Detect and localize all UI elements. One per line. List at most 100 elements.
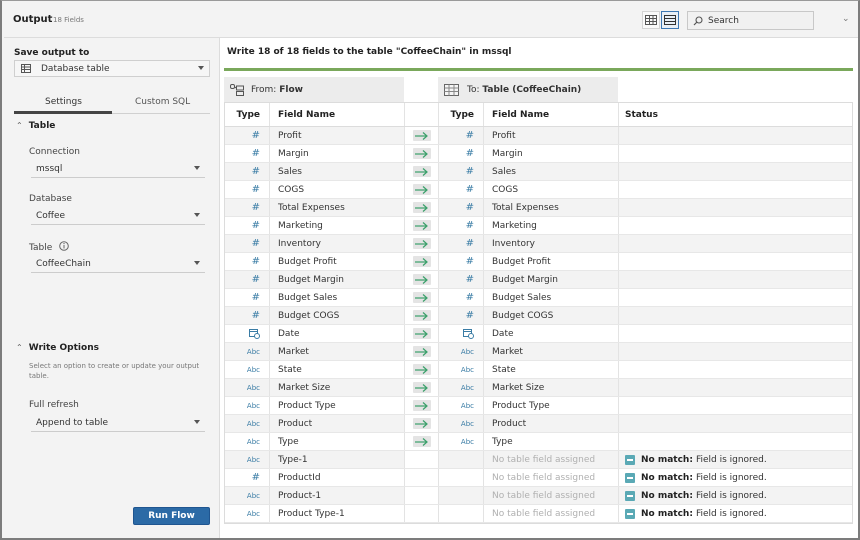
- dropdown-caret-icon: [198, 66, 204, 70]
- search-input[interactable]: Search: [687, 11, 814, 30]
- dst-field-name[interactable]: No table field assigned: [484, 451, 619, 468]
- table-row[interactable]: # Budget Sales # Budget Sales: [225, 289, 852, 307]
- database-select[interactable]: Coffee: [31, 208, 205, 225]
- mapped-arrow-icon[interactable]: [412, 292, 431, 303]
- dst-field-name[interactable]: No table field assigned: [484, 469, 619, 486]
- tab-settings[interactable]: Settings: [45, 97, 82, 107]
- dst-type-cell: Abc: [439, 415, 484, 432]
- table-row[interactable]: # Marketing # Marketing: [225, 217, 852, 235]
- status-cell: [619, 145, 853, 162]
- mapped-arrow-icon[interactable]: [412, 382, 431, 393]
- list-view-button[interactable]: [661, 11, 679, 29]
- table-row[interactable]: Abc Market Abc Market: [225, 343, 852, 361]
- write-mode-select[interactable]: Append to table: [31, 415, 205, 432]
- mapping-cell[interactable]: [405, 289, 439, 306]
- mapped-arrow-icon[interactable]: [412, 400, 431, 411]
- table-row[interactable]: Abc Market Size Abc Market Size: [225, 379, 852, 397]
- mapping-cell[interactable]: [405, 343, 439, 360]
- mapped-arrow-icon[interactable]: [412, 202, 431, 213]
- table-row[interactable]: Abc Product Type-1 No table field assigned…: [225, 505, 852, 523]
- tab-custom-sql[interactable]: Custom SQL: [135, 97, 190, 107]
- mapped-arrow-icon[interactable]: [412, 274, 431, 285]
- table-select[interactable]: CoffeeChain: [31, 256, 205, 273]
- mapping-cell[interactable]: [405, 361, 439, 378]
- table-label: Table: [29, 241, 69, 253]
- string-type-icon: Abc: [246, 419, 260, 428]
- table-icon: [444, 83, 459, 96]
- mapped-arrow-icon[interactable]: [412, 310, 431, 321]
- connection-label: Connection: [29, 147, 80, 157]
- mapping-cell[interactable]: [405, 217, 439, 234]
- save-output-select[interactable]: Database table: [14, 60, 210, 77]
- write-options-header[interactable]: ⌃ Write Options: [16, 343, 99, 353]
- run-flow-button[interactable]: Run Flow: [133, 507, 210, 525]
- dst-type-cell: #: [439, 307, 484, 324]
- table-row[interactable]: # Budget Margin # Budget Margin: [225, 271, 852, 289]
- table-row[interactable]: # Sales # Sales: [225, 163, 852, 181]
- dst-field-name[interactable]: No table field assigned: [484, 505, 619, 522]
- table-section-header[interactable]: ⌃ Table: [16, 121, 55, 131]
- table-row[interactable]: Abc Product Abc Product: [225, 415, 852, 433]
- mapped-arrow-icon[interactable]: [412, 166, 431, 177]
- from-name: Flow: [279, 84, 303, 95]
- status-cell: [619, 397, 853, 414]
- table-row[interactable]: Abc Product-1 No table field assigned No ma…: [225, 487, 852, 505]
- status-cell: [619, 181, 853, 198]
- status-cell: [619, 127, 853, 144]
- mapping-cell[interactable]: [405, 415, 439, 432]
- table-row[interactable]: Abc Product Type Abc Product Type: [225, 397, 852, 415]
- table-row[interactable]: # Inventory # Inventory: [225, 235, 852, 253]
- mapping-cell[interactable]: [405, 163, 439, 180]
- mapping-cell[interactable]: [405, 199, 439, 216]
- mapped-arrow-icon[interactable]: [412, 256, 431, 267]
- mapped-arrow-icon[interactable]: [412, 418, 431, 429]
- mapping-cell[interactable]: [405, 379, 439, 396]
- table-row[interactable]: Date Date: [225, 325, 852, 343]
- mapped-arrow-icon[interactable]: [412, 184, 431, 195]
- status-cell: [619, 253, 853, 270]
- src-field-name: Market: [270, 343, 405, 360]
- dst-field-name: Total Expenses: [484, 199, 619, 216]
- table-row[interactable]: # ProductId No table field assigned No matc…: [225, 469, 852, 487]
- table-row[interactable]: # Budget COGS # Budget COGS: [225, 307, 852, 325]
- mapping-cell[interactable]: [405, 145, 439, 162]
- mapping-cell[interactable]: [405, 253, 439, 270]
- collapse-chevron-icon[interactable]: ⌄: [842, 14, 850, 24]
- mapping-cell[interactable]: [405, 127, 439, 144]
- mapped-arrow-icon[interactable]: [412, 148, 431, 159]
- collapse-icon: ⌃: [16, 121, 23, 130]
- mapping-cell[interactable]: [405, 235, 439, 252]
- mapped-arrow-icon[interactable]: [412, 238, 431, 249]
- mapped-arrow-icon[interactable]: [412, 328, 431, 339]
- mapped-arrow-icon[interactable]: [412, 436, 431, 447]
- table-row[interactable]: Abc Type Abc Type: [225, 433, 852, 451]
- table-row[interactable]: # Total Expenses # Total Expenses: [225, 199, 852, 217]
- col-arrow: [405, 103, 439, 126]
- dst-field-name[interactable]: No table field assigned: [484, 487, 619, 504]
- mapping-cell[interactable]: [405, 433, 439, 450]
- table-row[interactable]: # Margin # Margin: [225, 145, 852, 163]
- mapped-arrow-icon[interactable]: [412, 220, 431, 231]
- table-row[interactable]: # Budget Profit # Budget Profit: [225, 253, 852, 271]
- src-field-name: State: [270, 361, 405, 378]
- number-type-icon: #: [251, 184, 260, 195]
- mapped-arrow-icon[interactable]: [412, 130, 431, 141]
- mapped-arrow-icon[interactable]: [412, 346, 431, 357]
- panel-title: Output: [13, 14, 53, 25]
- status-cell: [619, 343, 853, 360]
- table-row[interactable]: # COGS # COGS: [225, 181, 852, 199]
- info-icon[interactable]: [59, 241, 69, 251]
- mapping-cell[interactable]: [405, 181, 439, 198]
- mapped-arrow-icon[interactable]: [412, 364, 431, 375]
- mapping-cell[interactable]: [405, 271, 439, 288]
- mapping-cell[interactable]: [405, 307, 439, 324]
- connection-select[interactable]: mssql: [31, 161, 205, 178]
- table-row[interactable]: # Profit # Profit: [225, 127, 852, 145]
- src-type-cell: Abc: [225, 451, 270, 468]
- mapping-cell: [405, 505, 439, 522]
- grid-view-button[interactable]: [642, 11, 660, 29]
- table-row[interactable]: Abc State Abc State: [225, 361, 852, 379]
- table-row[interactable]: Abc Type-1 No table field assigned No match…: [225, 451, 852, 469]
- mapping-cell[interactable]: [405, 325, 439, 342]
- mapping-cell[interactable]: [405, 397, 439, 414]
